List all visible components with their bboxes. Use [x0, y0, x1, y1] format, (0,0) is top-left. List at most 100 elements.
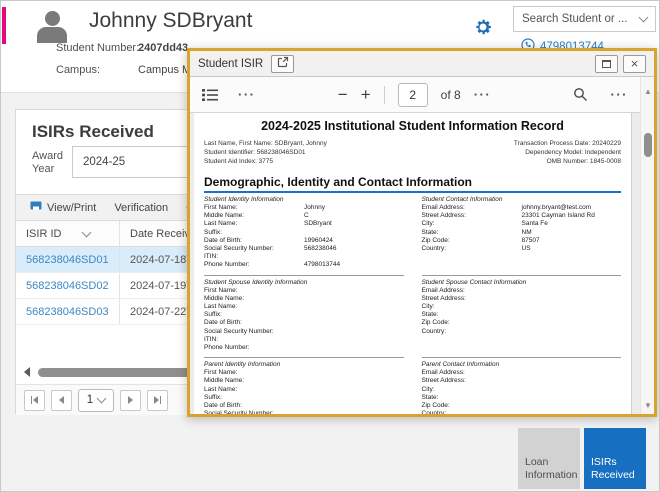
zoom-out-button[interactable]: − — [338, 85, 348, 105]
page-count-label: of 8 — [441, 88, 461, 102]
doc-field-row: Country: — [422, 328, 622, 336]
tile-loan-information[interactable]: Loan Information — [518, 428, 580, 489]
doc-field-row: City:Santa Fe — [422, 220, 622, 228]
settings-gear-icon[interactable] — [473, 17, 495, 39]
search-student-select[interactable]: Search Student or ... — [513, 6, 656, 32]
scrollbar-thumb[interactable] — [644, 133, 652, 157]
doc-field-row: Suffix: — [204, 311, 404, 319]
tile-label: Loan Information — [525, 456, 578, 482]
tile-isirs-received[interactable]: ISIRs Received — [584, 428, 646, 489]
meta-line: Student Aid Index: 3775 — [204, 157, 327, 166]
doc-subsection-heading: Parent Contact Information — [422, 360, 622, 369]
doc-field-row: Middle Name:C — [204, 212, 404, 220]
doc-field-row: Street Address: — [422, 295, 622, 303]
doc-field-row: City: — [422, 303, 622, 311]
date-received-value: 2024-07-22T — [130, 306, 193, 318]
first-page-button[interactable] — [24, 390, 45, 411]
view-print-button[interactable]: View/Print — [30, 201, 96, 214]
doc-subsection: Student Spouse Contact InformationEmail … — [422, 275, 622, 358]
pdf-viewport: 2024-2025 Institutional Student Informat… — [190, 113, 640, 414]
student-name: Johnny SDBryant — [89, 9, 252, 33]
doc-field-row: ITIN: — [204, 253, 404, 261]
doc-field-row: Date of Birth:19960424 — [204, 237, 404, 245]
isir-id-link[interactable]: 568238046SD03 — [26, 306, 109, 318]
doc-subsection: Parent Identity InformationFirst Name:Mi… — [204, 357, 404, 414]
view-print-label: View/Print — [47, 202, 96, 214]
doc-field-row: State:NM — [422, 229, 622, 237]
page-options-icon[interactable]: ··· — [474, 87, 492, 102]
doc-subsection-heading: Student Contact Information — [422, 195, 622, 204]
doc-field-row: City: — [422, 386, 622, 394]
doc-field-row: Social Security Number:568238046 — [204, 245, 404, 253]
meta-line: Dependency Model: Independent — [514, 148, 621, 157]
doc-field-row: State: — [422, 394, 622, 402]
search-icon[interactable] — [573, 87, 588, 102]
next-page-button[interactable] — [120, 390, 141, 411]
sort-chevron-icon[interactable] — [82, 227, 92, 237]
doc-field-row: ITIN: — [204, 336, 404, 344]
zoom-in-button[interactable]: + — [361, 85, 371, 105]
doc-field-row: First Name: — [204, 287, 404, 295]
screen: Johnny SDBryant Student Number: 2407dd43… — [0, 0, 660, 492]
doc-field-row: Phone Number: — [204, 344, 404, 352]
outline-panel-icon[interactable] — [202, 88, 218, 102]
scroll-left-icon[interactable] — [24, 367, 30, 377]
doc-subsection: Parent Contact InformationEmail Address:… — [422, 357, 622, 414]
more-tools-icon[interactable]: ··· — [610, 87, 628, 102]
document-section-title: Demographic, Identity and Contact Inform… — [204, 175, 621, 193]
verification-label: Verification — [114, 202, 168, 214]
meta-line: Transaction Process Date: 20240229 — [514, 139, 621, 148]
date-received-value: 2024-07-19T — [130, 280, 193, 292]
modal-titlebar: Student ISIR × — [190, 51, 654, 77]
doc-field-row: Date of Birth: — [204, 319, 404, 327]
isir-id-link[interactable]: 568238046SD02 — [26, 280, 109, 292]
doc-subsection-heading: Parent Identity Information — [204, 360, 404, 369]
print-icon — [30, 201, 42, 214]
scroll-up-icon[interactable]: ▲ — [641, 87, 655, 96]
isir-id-link[interactable]: 568238046SD01 — [26, 254, 109, 266]
doc-field-row: Phone Number:4798013744 — [204, 261, 404, 269]
tile-label: ISIRs Received — [591, 456, 639, 482]
doc-sections-grid: Student Identity InformationFirst Name:J… — [204, 193, 621, 414]
prev-page-button[interactable] — [51, 390, 72, 411]
pdf-toolbar: ··· − + of 8 ··· ··· — [190, 77, 640, 113]
doc-field-row: Zip Code: — [422, 319, 622, 327]
open-external-button[interactable] — [271, 55, 294, 73]
doc-subsection: Student Identity InformationFirst Name:J… — [204, 193, 404, 275]
last-page-button[interactable] — [147, 390, 168, 411]
date-received-value: 2024-07-18T — [130, 254, 193, 266]
doc-field-row: State: — [422, 311, 622, 319]
brand-accent-bar — [2, 7, 6, 44]
doc-field-row: Email Address:johnny.bryant@test.com — [422, 204, 622, 212]
close-button[interactable]: × — [623, 55, 646, 73]
external-link-icon — [277, 55, 289, 73]
student-isir-modal: Student ISIR × ··· − + — [187, 48, 657, 417]
doc-field-row: Social Security Number: — [204, 410, 404, 414]
col-date-received: Date Receiv. — [130, 228, 192, 240]
vertical-scrollbar[interactable]: ▲ ▼ — [640, 77, 654, 414]
meta-line: Last Name, First Name: SDBryant, Johnny — [204, 139, 327, 148]
doc-field-row: Email Address: — [422, 287, 622, 295]
current-page: 1 — [87, 394, 93, 406]
doc-field-row: First Name:Johnny — [204, 204, 404, 212]
search-placeholder: Search Student or ... — [522, 13, 627, 25]
page-number-input[interactable] — [398, 83, 428, 107]
document-title: 2024-2025 Institutional Student Informat… — [204, 119, 621, 133]
scroll-down-icon[interactable]: ▼ — [641, 401, 655, 410]
card-title: ISIRs Received — [32, 122, 154, 142]
doc-field-row: Country: — [422, 410, 622, 414]
verification-button[interactable]: Verification — [114, 202, 168, 214]
award-year-label: Award Year — [32, 150, 72, 176]
doc-subsection: Student Contact InformationEmail Address… — [422, 193, 622, 275]
doc-subsection-heading: Student Spouse Contact Information — [422, 278, 622, 287]
maximize-button[interactable] — [595, 55, 618, 73]
close-icon: × — [631, 57, 639, 70]
doc-field-row: First Name: — [204, 369, 404, 377]
doc-subsection-heading: Student Identity Information — [204, 195, 404, 204]
student-avatar-icon — [28, 7, 76, 47]
more-options-icon[interactable]: ··· — [238, 87, 256, 102]
page-number-select[interactable]: 1 — [78, 389, 114, 412]
modal-title: Student ISIR — [198, 58, 263, 70]
doc-field-row: Zip Code: — [422, 402, 622, 410]
doc-field-row: Middle Name: — [204, 377, 404, 385]
